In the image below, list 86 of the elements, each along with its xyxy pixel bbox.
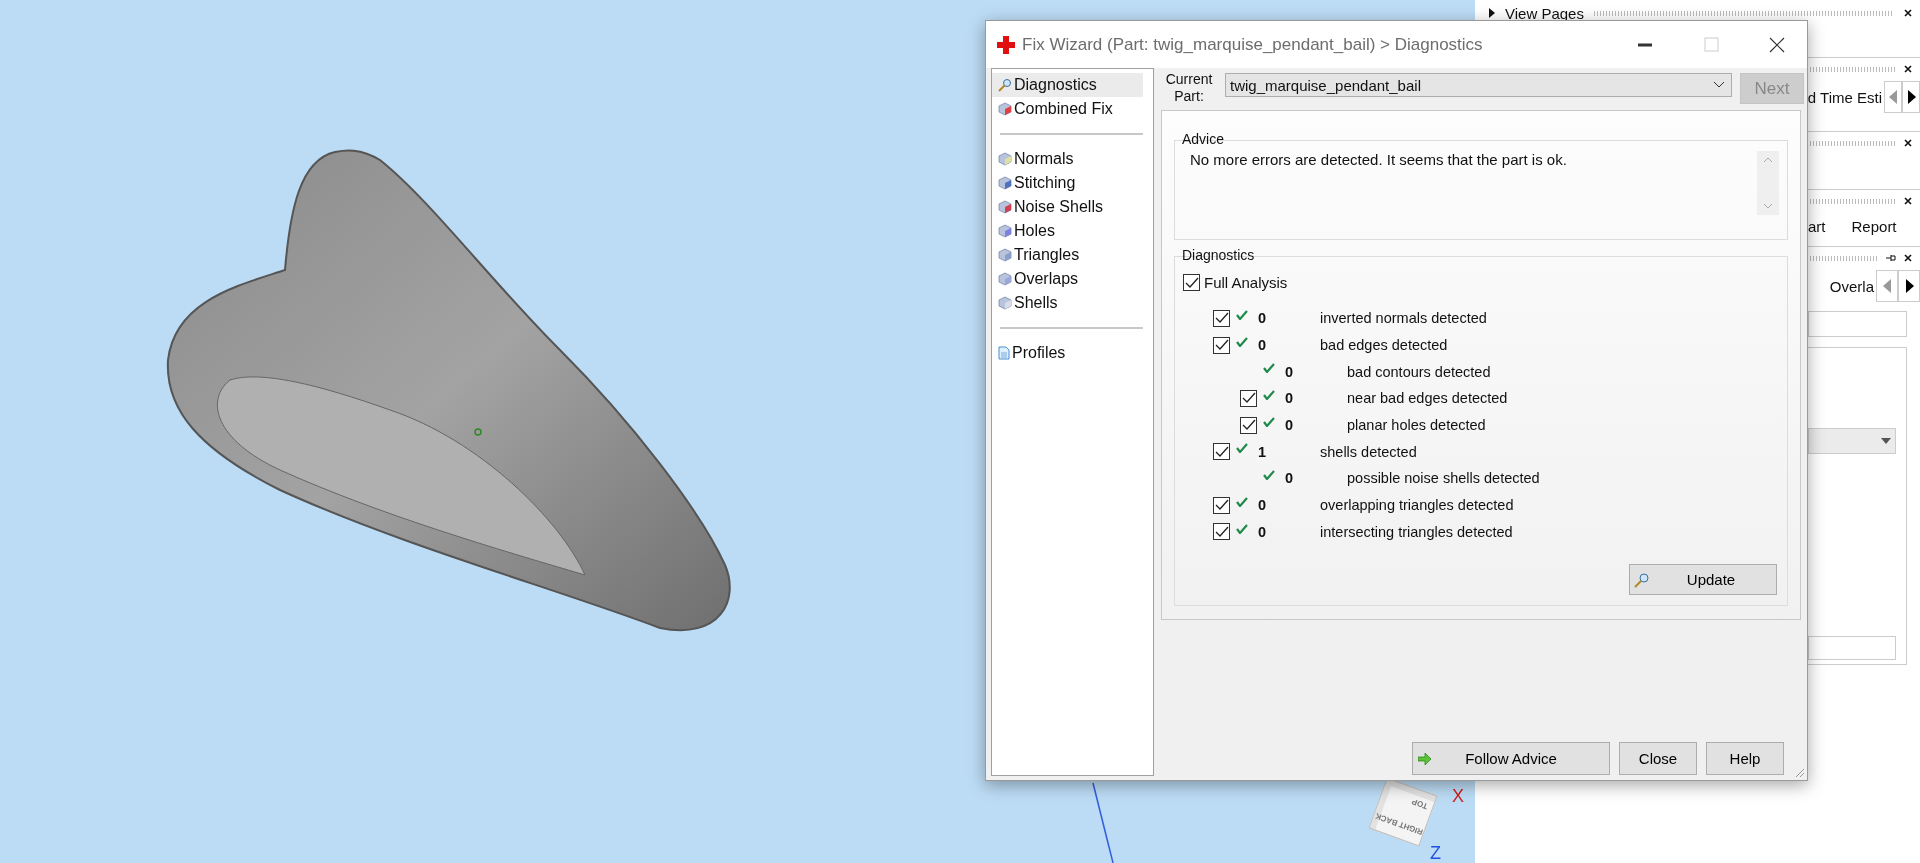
- nav-item[interactable]: Shells: [992, 291, 1143, 315]
- nav-item[interactable]: Diagnostics: [992, 73, 1143, 97]
- dialog-button[interactable]: Close: [1619, 742, 1697, 775]
- magnifier-icon: [998, 78, 1012, 92]
- close-icon: [1768, 36, 1786, 53]
- close-icon[interactable]: [1904, 139, 1912, 147]
- group-heading: Advice: [1181, 131, 1226, 147]
- tab[interactable]: d Time Esti: [1807, 88, 1884, 106]
- count-value: 0: [1257, 310, 1268, 327]
- nav-item[interactable]: Profiles: [992, 341, 1143, 365]
- check-label: bad edges detected: [1320, 337, 1448, 354]
- nav-item[interactable]: Holes: [992, 219, 1143, 243]
- document-icon: [998, 346, 1010, 360]
- tab[interactable]: art: [1808, 218, 1826, 240]
- cube-icon: [998, 176, 1012, 190]
- expand-arrow-icon[interactable]: [1489, 8, 1495, 18]
- check-label: possible noise shells detected: [1347, 470, 1540, 487]
- check-label: planar holes detected: [1347, 417, 1486, 434]
- dropdown-arrow-icon: [1881, 438, 1891, 444]
- part-dropdown[interactable]: twig_marquise_pendant_bail: [1225, 73, 1732, 97]
- check-label: intersecting triangles detected: [1320, 523, 1513, 540]
- magnifier-icon: [1634, 571, 1650, 588]
- input-field[interactable]: [1808, 636, 1896, 660]
- cube-icon: [998, 152, 1012, 166]
- nav-item[interactable]: Combined Fix: [992, 97, 1143, 121]
- minimize-icon: [1636, 42, 1654, 47]
- checkbox[interactable]: [1240, 416, 1257, 434]
- update-button[interactable]: Update: [1629, 564, 1777, 595]
- scroll-tab-button[interactable]: [1898, 270, 1920, 302]
- window-title: Fix Wizard (Part: twig_marquise_pendant_bail) > Diagnostics: [1022, 34, 1484, 55]
- medical-cross-icon: [996, 34, 1016, 55]
- group-heading: Diagnostics: [1181, 247, 1256, 263]
- cube-icon: [998, 102, 1012, 116]
- section-title[interactable]: View Pages: [1505, 4, 1584, 22]
- nav-item[interactable]: Overlaps: [992, 267, 1143, 291]
- dialog-button[interactable]: Help: [1706, 742, 1784, 775]
- resize-grip-icon[interactable]: [1795, 768, 1805, 778]
- close-icon[interactable]: [1904, 254, 1912, 262]
- checkbox[interactable]: [1213, 496, 1230, 514]
- cube-face-label: TOP: [1409, 796, 1430, 814]
- check-label: inverted normals detected: [1320, 310, 1487, 327]
- close-icon[interactable]: [1904, 9, 1912, 17]
- cube-icon: [998, 248, 1012, 262]
- arrow-right-icon: [1418, 753, 1432, 765]
- cube-icon: [998, 200, 1012, 214]
- nav-item[interactable]: Stitching: [992, 171, 1143, 195]
- count-value: 0: [1284, 417, 1295, 434]
- nav-item[interactable]: Noise Shells: [992, 195, 1143, 219]
- count-value: 1: [1257, 443, 1268, 460]
- checkbox[interactable]: [1240, 389, 1257, 407]
- follow-advice-button[interactable]: Follow Advice: [1412, 742, 1610, 775]
- checkbox[interactable]: [1183, 274, 1200, 291]
- checkbox[interactable]: [1213, 336, 1230, 354]
- close-icon[interactable]: [1904, 197, 1912, 205]
- cube-face-label: RIGHT: [1397, 820, 1425, 840]
- pin-icon[interactable]: [1886, 254, 1896, 262]
- nav-item[interactable]: Triangles: [992, 243, 1143, 267]
- cube-icon: [998, 224, 1012, 238]
- nav-item[interactable]: Normals: [992, 147, 1143, 171]
- checkbox[interactable]: [1213, 443, 1230, 461]
- scroll-tab-button[interactable]: [1902, 81, 1920, 113]
- cube-icon: [998, 296, 1012, 310]
- count-value: 0: [1257, 337, 1268, 354]
- input-field[interactable]: [1808, 311, 1907, 337]
- close-icon[interactable]: [1904, 65, 1912, 73]
- cube-icon: [998, 272, 1012, 286]
- advice-text: No more errors are detected. It seems that the part is ok.: [1190, 151, 1568, 170]
- check-label: near bad edges detected: [1347, 390, 1508, 407]
- tab[interactable]: Report: [1851, 218, 1897, 240]
- chevron-down-icon: [1713, 81, 1725, 89]
- axis-label: X: [1452, 786, 1464, 807]
- cube-face-label: BACK: [1372, 810, 1399, 828]
- count-value: 0: [1284, 470, 1295, 487]
- drag-grip[interactable]: [1593, 10, 1894, 16]
- checkbox[interactable]: [1213, 523, 1230, 541]
- checkbox-label[interactable]: Full Analysis: [1204, 274, 1288, 291]
- check-label: bad contours detected: [1347, 363, 1491, 380]
- count-value: 0: [1257, 497, 1268, 514]
- count-value: 0: [1284, 390, 1295, 407]
- check-label: shells detected: [1320, 443, 1417, 460]
- count-value: 0: [1284, 363, 1295, 380]
- count-value: 0: [1257, 523, 1268, 540]
- tab[interactable]: Overla: [1810, 277, 1876, 295]
- maximize-icon: [1702, 36, 1720, 53]
- checkbox[interactable]: [1213, 309, 1230, 327]
- check-label: overlapping triangles detected: [1320, 497, 1514, 514]
